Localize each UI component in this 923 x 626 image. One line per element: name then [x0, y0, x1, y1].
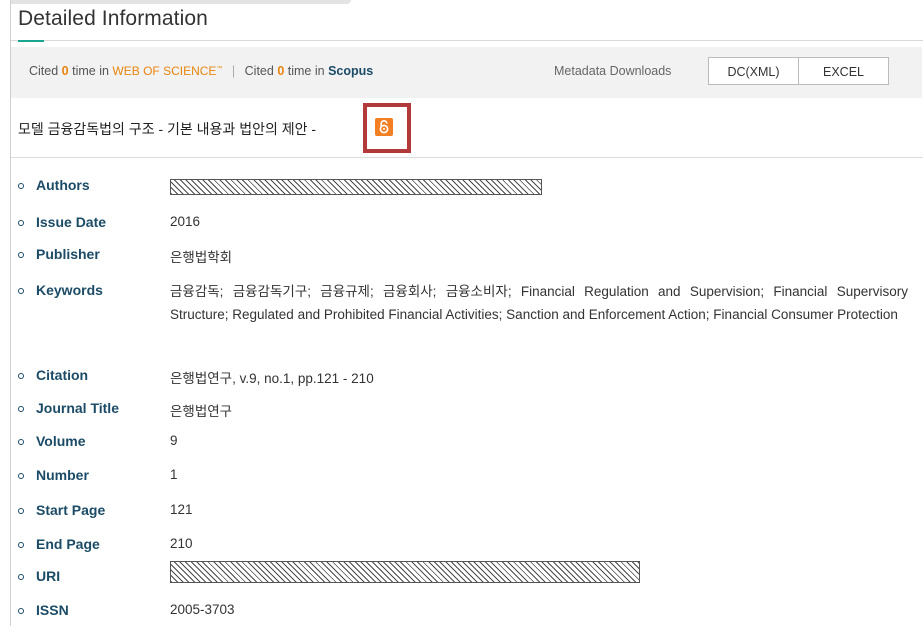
title-section-divider	[11, 157, 923, 158]
field-value: 210	[170, 536, 193, 551]
field-label: Publisher	[36, 246, 100, 262]
web-of-science-link[interactable]: WEB OF SCIENCE™	[112, 64, 222, 78]
field-label: Issue Date	[36, 214, 107, 230]
metadata-downloads-label: Metadata Downloads	[554, 64, 672, 78]
field-value: 금융감독; 금융감독기구; 금융규제; 금융회사; 금융소비자; Financi…	[170, 284, 908, 322]
scopus-count[interactable]: 0	[277, 64, 284, 78]
citation-counts: Cited 0 time in WEB OF SCIENCE™ | Cited …	[29, 64, 373, 78]
cited-label: Cited	[29, 64, 59, 78]
bullet-icon	[18, 439, 24, 445]
field-label: URI	[36, 568, 61, 584]
field-label: Authors	[36, 177, 90, 193]
time-in-label-2: time in	[287, 64, 325, 78]
field-label: Volume	[36, 433, 86, 449]
excel-download-button[interactable]: EXCEL	[798, 57, 889, 85]
field-label: Start Page	[36, 502, 106, 518]
bullet-icon	[18, 373, 24, 379]
bullet-icon	[18, 288, 24, 294]
open-lock-icon[interactable]	[375, 118, 393, 136]
field-value: 121	[170, 502, 193, 517]
bullet-icon	[18, 508, 24, 514]
dc-xml-download-button[interactable]: DC(XML)	[708, 57, 799, 85]
time-in-label: time in	[72, 64, 109, 78]
field-label: Citation	[36, 367, 89, 383]
field-label: Number	[36, 467, 89, 483]
bullet-icon	[18, 574, 24, 580]
citation-separator: |	[231, 64, 236, 78]
redacted-uri-link[interactable]	[170, 561, 640, 583]
field-value: 1	[170, 467, 178, 482]
citation-bar: Cited 0 time in WEB OF SCIENCE™ | Cited …	[11, 47, 922, 98]
field-value: 은행법학회	[170, 250, 233, 265]
title-divider	[11, 40, 923, 41]
field-label: Keywords	[36, 282, 103, 298]
field-value: 은행법연구	[170, 404, 233, 419]
bullet-icon	[18, 542, 24, 548]
redacted-authors	[170, 179, 542, 195]
field-value: 2005-3703	[170, 602, 235, 617]
bullet-icon	[18, 252, 24, 258]
bullet-icon	[18, 183, 24, 189]
bullet-icon	[18, 220, 24, 226]
wos-count[interactable]: 0	[62, 64, 69, 78]
field-label: Journal Title	[36, 400, 119, 416]
field-label: ISSN	[36, 602, 69, 618]
bullet-icon	[18, 406, 24, 412]
scopus-link[interactable]: Scopus	[328, 64, 373, 78]
page-title: Detailed Information	[18, 7, 208, 30]
cited-label-2: Cited	[244, 64, 274, 78]
bullet-icon	[18, 473, 24, 479]
field-label: End Page	[36, 536, 100, 552]
item-title: 모델 금융감독법의 구조 - 기본 내용과 법안의 제안 -	[18, 121, 317, 137]
field-value: 은행법연구, v.9, no.1, pp.121 - 210	[170, 371, 374, 386]
bullet-icon	[18, 608, 24, 614]
title-accent-bar	[18, 40, 44, 42]
top-tab-edge	[11, 0, 351, 4]
field-value: 9	[170, 433, 178, 448]
field-value: 2016	[170, 214, 201, 229]
